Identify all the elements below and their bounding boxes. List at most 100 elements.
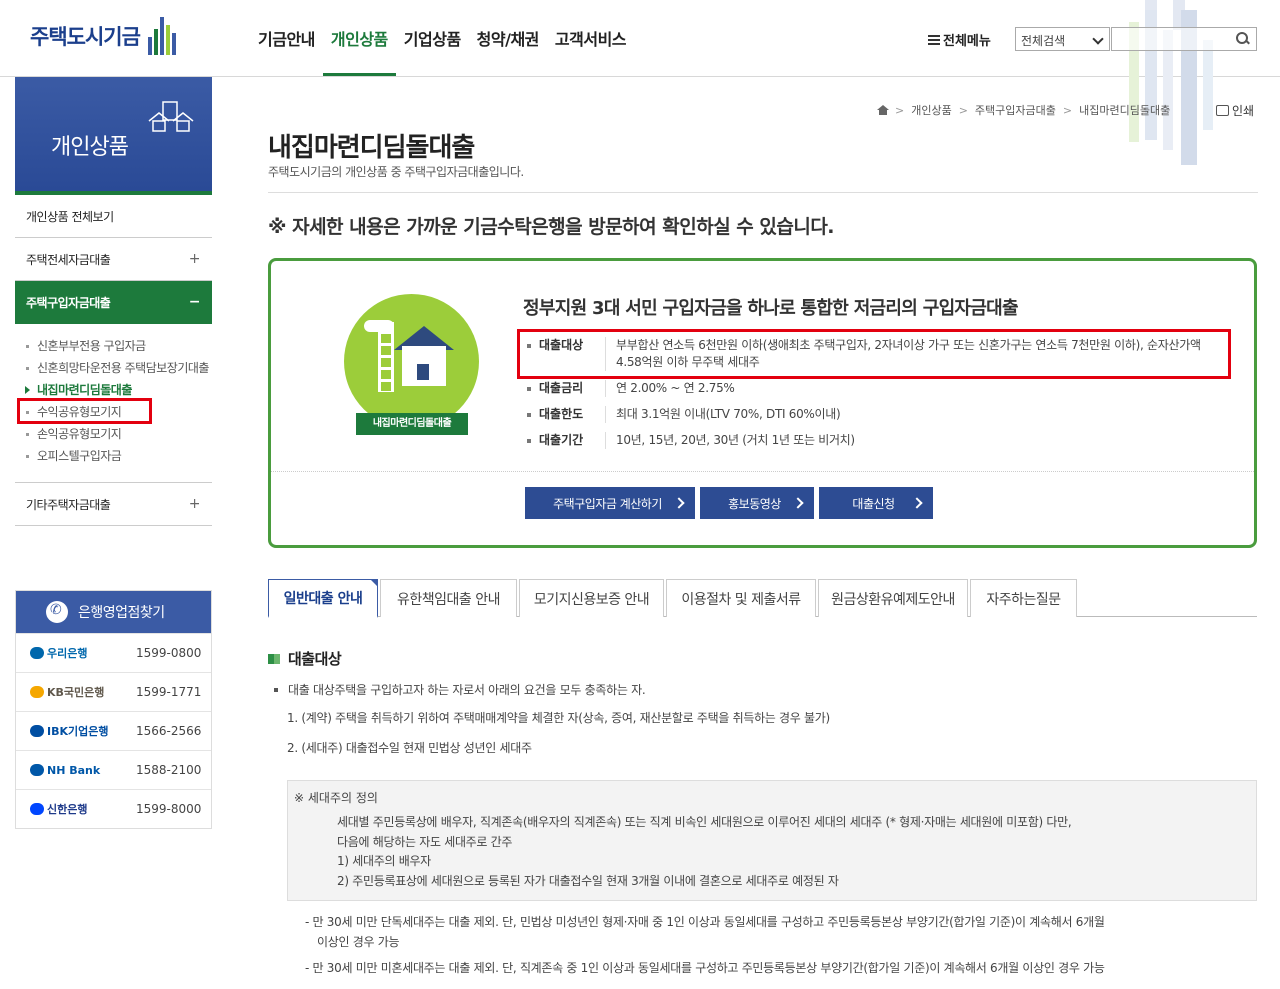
tab-mortgage-guarantee[interactable]: 모기지신용보증 안내: [519, 579, 664, 617]
product-summary: 내집마련디딤돌대출 정부지원 3대 서민 구입자금을 하나로 통합한 저금리의 …: [268, 258, 1257, 548]
print-button[interactable]: 인쇄: [1216, 102, 1254, 119]
summary-key: 대출한도: [526, 406, 606, 423]
expand-icon[interactable]: +: [189, 251, 201, 267]
tab-general-loan[interactable]: 일반대출 안내: [268, 579, 378, 618]
left-nav: 개인상품 전체보기 주택전세자금대출 + 주택구입자금대출 − 신혼부부전용 구…: [15, 195, 212, 526]
breadcrumb: > 개인상품 > 주택구입자금대출 > 내집마련디딤돌대출: [877, 102, 1170, 118]
nav-item[interactable]: 고객서비스: [547, 26, 634, 76]
book-icon: [268, 653, 280, 664]
bank-mark-icon: [30, 764, 44, 776]
section-title-text: 대출대상: [288, 650, 342, 668]
home-icon[interactable]: [877, 105, 889, 115]
definition-line: 세대별 주민등록상에 배우자, 직계존속(배우자의 직계존속) 또는 직계 비속…: [337, 815, 1072, 829]
buildings-icon: [148, 101, 194, 132]
summary-row: 대출금리 연 2.00% ~ 연 2.75%: [526, 380, 1226, 397]
nav-item[interactable]: 기금안내: [250, 26, 323, 76]
lnb-item-label: 개인상품 전체보기: [26, 210, 114, 224]
nav-item[interactable]: 기업상품: [396, 26, 469, 76]
content-tabs: 일반대출 안내 유한책임대출 안내 모기지신용보증 안내 이용절차 및 제출서류…: [268, 579, 1257, 618]
breadcrumb-item[interactable]: 개인상품: [911, 102, 951, 118]
door-icon: [417, 364, 429, 380]
definition-line: 1) 세대주의 배우자: [337, 854, 431, 868]
chevron-right-icon: >: [895, 103, 905, 117]
note-text: - 만 30세 미만 미혼세대주는 대출 제외. 단, 직계존속 중 1인 이상…: [305, 961, 1105, 975]
bank-row[interactable]: KB국민은행 1599-1771: [16, 672, 211, 711]
bank-logo: KB국민은행: [16, 684, 136, 700]
lnb-sub-item[interactable]: 오피스텔구입자금: [25, 446, 212, 468]
phone-icon: [46, 601, 68, 623]
bank-logo: 우리은행: [16, 645, 136, 661]
bank-logo: NH Bank: [16, 764, 136, 777]
site-logo[interactable]: 주택도시기금: [30, 14, 176, 58]
section-title: 대출대상: [268, 648, 342, 669]
collapse-icon[interactable]: −: [189, 294, 201, 310]
loan-calculator-button[interactable]: 주택구입자금 계산하기: [525, 487, 695, 519]
requirement-1: 1. (계약) 주택을 취득하기 위하여 주택매매계약을 체결한 자(상속, 증…: [287, 711, 830, 725]
bank-phone: 1599-0800: [136, 646, 202, 660]
expand-icon[interactable]: +: [189, 496, 201, 512]
logo-mark-icon: [147, 17, 176, 55]
lnb-item-open[interactable]: 주택구입자금대출 −: [15, 281, 212, 324]
breadcrumb-item[interactable]: 주택구입자금대출: [975, 102, 1056, 118]
search-scope-select[interactable]: 전체검색: [1015, 27, 1110, 51]
tab-faq[interactable]: 자주하는질문: [970, 579, 1077, 617]
printer-icon: [1216, 105, 1229, 116]
notice-text: ※ 자세한 내용은 가까운 기금수탁은행을 방문하여 확인하실 수 있습니다.: [268, 216, 835, 238]
lnb-item-label: 주택전세자금대출: [26, 253, 111, 267]
lnb-header: 개인상품: [15, 77, 212, 195]
lnb-sub-item[interactable]: 신혼부부전용 구입자금: [25, 336, 212, 358]
nav-item[interactable]: 청약/채권: [469, 26, 547, 76]
summary-headline: 정부지원 3대 서민 구입자금을 하나로 통합한 저금리의 구입자금대출: [523, 298, 1019, 319]
summary-row: 대출기간 10년, 15년, 20년, 30년 (거치 1년 또는 비거치): [526, 432, 1226, 449]
breadcrumb-item[interactable]: 내집마련디딤돌대출: [1079, 102, 1170, 118]
summary-value: 최대 3.1억원 이내(LTV 70%, DTI 60%이내): [616, 407, 841, 421]
lnb-title: 개인상품: [51, 135, 129, 160]
tab-limited-liability[interactable]: 유한책임대출 안내: [380, 579, 517, 617]
bank-name: 우리은행: [47, 647, 88, 660]
loan-apply-button[interactable]: 대출신청: [819, 487, 933, 519]
bank-name: 신한은행: [47, 803, 88, 816]
definition-line: 다음에 해당하는 자도 세대주로 간주: [337, 835, 513, 849]
bank-finder-title: 은행영업점찾기: [78, 605, 165, 621]
bank-phone: 1599-8000: [136, 802, 202, 816]
page-title: 내집마련디딤돌대출: [268, 133, 475, 163]
bank-finder-header[interactable]: 은행영업점찾기: [16, 591, 211, 633]
lnb-sub-item[interactable]: 신혼희망타운전용 주택담보장기대출: [25, 358, 212, 380]
bank-finder: 은행영업점찾기 우리은행 1599-0800 KB국민은행 1599-1771 …: [15, 590, 212, 829]
print-label: 인쇄: [1232, 104, 1255, 118]
nav-item-active[interactable]: 개인상품: [322, 26, 396, 76]
lnb-item[interactable]: 주택전세자금대출 +: [15, 238, 212, 281]
all-menu-label: 전체메뉴: [943, 34, 991, 49]
bank-row[interactable]: 우리은행 1599-0800: [16, 633, 211, 672]
bank-name: KB국민은행: [47, 686, 105, 699]
lnb-item[interactable]: 기타주택자금대출 +: [15, 483, 212, 526]
bank-row[interactable]: NH Bank 1588-2100: [16, 750, 211, 789]
lnb-sub-item[interactable]: 손익공유형모기지: [25, 424, 212, 446]
hamburger-icon: [928, 34, 940, 45]
search-icon[interactable]: [1234, 30, 1252, 48]
chevron-right-icon: >: [958, 103, 968, 117]
summary-row: 대출한도 최대 3.1억원 이내(LTV 70%, DTI 60%이내): [526, 406, 1226, 423]
bank-row[interactable]: 신한은행 1599-8000: [16, 789, 211, 828]
ladder-icon: [378, 322, 394, 392]
bank-logo: IBK기업은행: [16, 723, 136, 739]
bank-mark-icon: [30, 647, 44, 659]
bank-mark-icon: [30, 725, 44, 737]
definition-title: ※ 세대주의 정의: [294, 791, 378, 805]
bank-name: NH Bank: [47, 763, 101, 777]
promo-video-button[interactable]: 홍보동영상: [700, 487, 814, 519]
bank-row[interactable]: IBK기업은행 1566-2566: [16, 711, 211, 750]
page-description: 주택도시기금의 개인상품 중 주택구입자금대출입니다.: [268, 165, 524, 179]
lnb-item[interactable]: 개인상품 전체보기: [15, 195, 212, 238]
requirement-2: 2. (세대주) 대출접수일 현재 민법상 성년인 세대주: [287, 741, 532, 755]
all-menu-button[interactable]: 전체메뉴: [928, 30, 991, 49]
summary-value: 10년, 15년, 20년, 30년 (거치 1년 또는 비거치): [616, 433, 855, 447]
bank-phone: 1566-2566: [136, 724, 202, 738]
chevron-right-icon: >: [1062, 103, 1073, 117]
definition-line: 2) 주민등록표상에 세대원으로 등록된 자가 대출접수일 현재 3개월 이내에…: [337, 874, 839, 888]
building-decoration: [1115, 0, 1225, 165]
tab-procedures[interactable]: 이용절차 및 제출서류: [666, 579, 816, 617]
tab-deferment[interactable]: 원금상환유예제도안내: [818, 579, 968, 617]
product-ribbon: 내집마련디딤돌대출: [356, 413, 468, 435]
bank-name: IBK기업은행: [47, 725, 109, 738]
